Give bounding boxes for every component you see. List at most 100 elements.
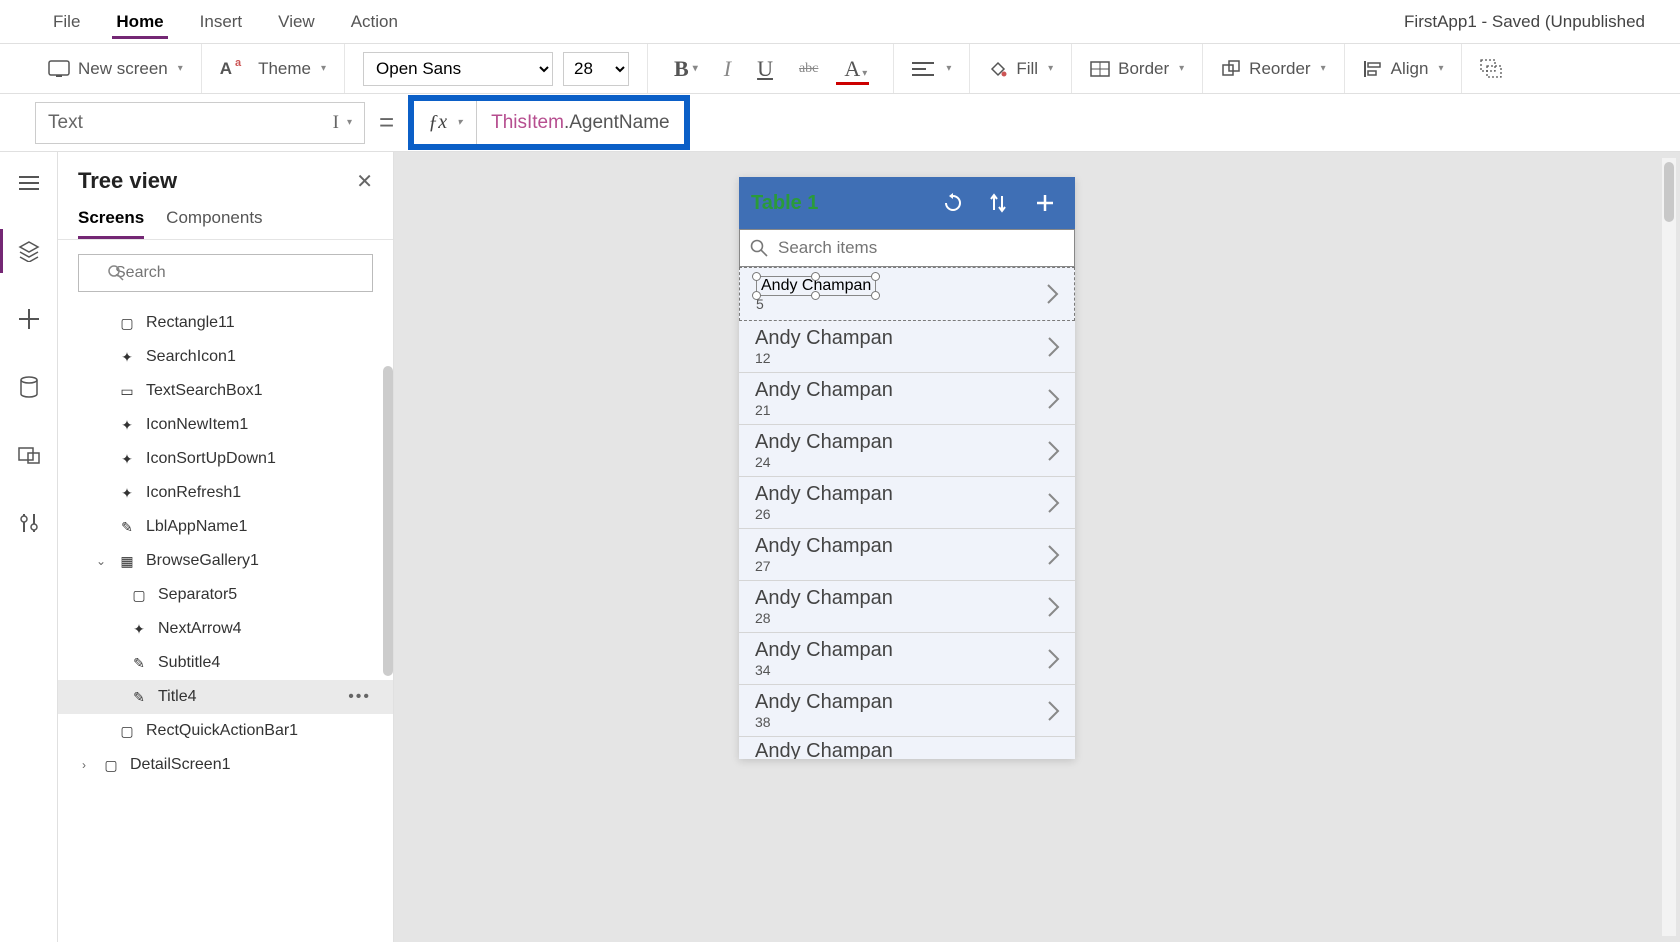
font-select[interactable]: Open Sans xyxy=(363,52,553,86)
formula-box-highlight: ƒx ▾ ThisItem.AgentName xyxy=(408,95,689,150)
fill-button[interactable]: Fill ▾ xyxy=(988,59,1053,79)
app-search-box[interactable] xyxy=(739,229,1075,267)
title-label-selected[interactable]: Andy Champan xyxy=(756,276,876,296)
chevron-right-icon[interactable] xyxy=(1047,544,1061,566)
reorder-icon xyxy=(1221,59,1241,79)
rail-insert[interactable] xyxy=(13,303,45,335)
border-button[interactable]: Border ▾ xyxy=(1090,59,1184,79)
media-icon xyxy=(18,445,40,465)
italic-button[interactable]: I xyxy=(716,56,739,82)
gallery-item[interactable]: Andy Champan24 xyxy=(739,425,1075,477)
gallery-item[interactable]: Andy Champan27 xyxy=(739,529,1075,581)
gallery-item[interactable]: Andy Champan28 xyxy=(739,581,1075,633)
fill-icon xyxy=(988,59,1008,79)
gallery-item[interactable]: Andy Champan12 xyxy=(739,321,1075,373)
align-text-button[interactable] xyxy=(912,61,934,77)
theme-button[interactable]: Aa Theme ▾ xyxy=(220,59,326,79)
tree-item-separator5[interactable]: ▢Separator5 xyxy=(58,578,393,612)
gallery-item[interactable]: Andy Champan xyxy=(739,737,1075,759)
tab-screens[interactable]: Screens xyxy=(78,208,144,239)
gallery-item[interactable]: Andy Champan38 xyxy=(739,685,1075,737)
fx-button[interactable]: ƒx ▾ xyxy=(414,101,477,144)
rail-hamburger[interactable] xyxy=(13,167,45,199)
gallery-item-selected[interactable]: Andy Champan 5 xyxy=(739,267,1075,321)
plus-icon xyxy=(19,309,39,329)
tree-label: IconRefresh1 xyxy=(146,484,241,502)
gallery-item[interactable]: Andy Champan21 xyxy=(739,373,1075,425)
canvas[interactable]: Table 1 Andy Champan 5 xyxy=(394,152,1680,942)
chevron-down-icon: ▾ xyxy=(347,117,352,128)
tree-item-rectangle11[interactable]: ▢Rectangle11 xyxy=(58,306,393,340)
reorder-button[interactable]: Reorder ▾ xyxy=(1221,59,1325,79)
gallery-item[interactable]: Andy Champan26 xyxy=(739,477,1075,529)
tab-components[interactable]: Components xyxy=(166,208,262,239)
gallery-item-name: Andy Champan xyxy=(755,483,893,506)
rail-media[interactable] xyxy=(13,439,45,471)
chevron-right-icon[interactable] xyxy=(1047,388,1061,410)
chevron-right-icon[interactable] xyxy=(1047,492,1061,514)
chevron-down-icon: ▾ xyxy=(457,117,462,128)
chevron-right-icon[interactable] xyxy=(1047,700,1061,722)
tools-icon xyxy=(19,512,39,534)
underline-button[interactable]: U xyxy=(749,56,781,82)
gallery-item-name: Andy Champan xyxy=(755,431,893,454)
app-title: FirstApp1 - Saved (Unpublished xyxy=(1404,12,1645,32)
canvas-scrollbar[interactable] xyxy=(1662,158,1676,936)
tree-item-subtitle4[interactable]: ✎Subtitle4 xyxy=(58,646,393,680)
chevron-right-icon[interactable] xyxy=(1047,336,1061,358)
tree-label: DetailScreen1 xyxy=(130,756,231,774)
tree-label: IconSortUpDown1 xyxy=(146,450,276,468)
tree-item-iconnewitem1[interactable]: ✦IconNewItem1 xyxy=(58,408,393,442)
sort-icon[interactable] xyxy=(989,193,1017,213)
more-button[interactable]: ••• xyxy=(348,688,371,706)
tree-item-searchicon1[interactable]: ✦SearchIcon1 xyxy=(58,340,393,374)
menu-home[interactable]: Home xyxy=(98,0,181,43)
rail-tree-view[interactable] xyxy=(13,235,45,267)
gallery-item-sub: 24 xyxy=(755,454,893,470)
tree-item-browsegallery1[interactable]: ⌄▦BrowseGallery1 xyxy=(58,544,393,578)
tree-item-lblappname1[interactable]: ✎LblAppName1 xyxy=(58,510,393,544)
font-color-button[interactable]: A▾ xyxy=(836,56,875,82)
gallery-item-sub: 38 xyxy=(755,714,893,730)
tree-item-iconrefresh1[interactable]: ✦IconRefresh1 xyxy=(58,476,393,510)
rail-data[interactable] xyxy=(13,371,45,403)
align-button[interactable]: Align ▾ xyxy=(1363,59,1444,79)
rail-advanced[interactable] xyxy=(13,507,45,539)
gallery-item[interactable]: Andy Champan34 xyxy=(739,633,1075,685)
group-button[interactable] xyxy=(1480,59,1502,79)
tree-item-rectquickactionbar1[interactable]: ▢RectQuickActionBar1 xyxy=(58,714,393,748)
gallery-item-sub: 12 xyxy=(755,350,893,366)
refresh-icon[interactable] xyxy=(943,193,971,213)
formula-input[interactable]: ThisItem.AgentName xyxy=(477,111,683,134)
tree-item-nextarrow4[interactable]: ✦NextArrow4 xyxy=(58,612,393,646)
property-select[interactable]: Text I ▾ xyxy=(35,102,365,144)
tree-item-textsearchbox1[interactable]: ▭TextSearchBox1 xyxy=(58,374,393,408)
gallery-item-sub: 21 xyxy=(755,402,893,418)
fill-label: Fill xyxy=(1016,59,1038,79)
menu-file[interactable]: File xyxy=(35,0,98,43)
gallery-item-sub: 26 xyxy=(755,506,893,522)
chevron-right-icon[interactable] xyxy=(1047,440,1061,462)
expand-icon[interactable]: › xyxy=(82,758,86,772)
app-search-input[interactable] xyxy=(778,238,1064,258)
bold-button[interactable]: B▾ xyxy=(666,56,706,82)
formula-bar: Text I ▾ = ƒx ▾ ThisItem.AgentName xyxy=(0,94,1680,152)
tree-item-title4[interactable]: ✎Title4••• xyxy=(58,680,393,714)
chevron-right-icon[interactable] xyxy=(1047,596,1061,618)
font-size-select[interactable]: 28 xyxy=(563,52,629,86)
close-panel-button[interactable]: ✕ xyxy=(356,169,373,194)
gallery-item-name: Andy Champan xyxy=(755,740,893,760)
tree-item-detailscreen1[interactable]: ›▢DetailScreen1 xyxy=(58,748,393,782)
chevron-right-icon[interactable] xyxy=(1046,283,1060,305)
tree-item-iconsortupdown1[interactable]: ✦IconSortUpDown1 xyxy=(58,442,393,476)
chevron-right-icon[interactable] xyxy=(1047,648,1061,670)
menu-action[interactable]: Action xyxy=(333,0,416,43)
strikethrough-button[interactable]: abc xyxy=(791,61,826,77)
add-icon[interactable] xyxy=(1035,193,1063,213)
new-screen-button[interactable]: New screen ▾ xyxy=(48,59,183,79)
expand-icon[interactable]: ⌄ xyxy=(96,554,106,568)
menu-insert[interactable]: Insert xyxy=(182,0,261,43)
layers-icon xyxy=(18,240,40,262)
menu-view[interactable]: View xyxy=(260,0,333,43)
app-preview[interactable]: Table 1 Andy Champan 5 xyxy=(739,177,1075,759)
